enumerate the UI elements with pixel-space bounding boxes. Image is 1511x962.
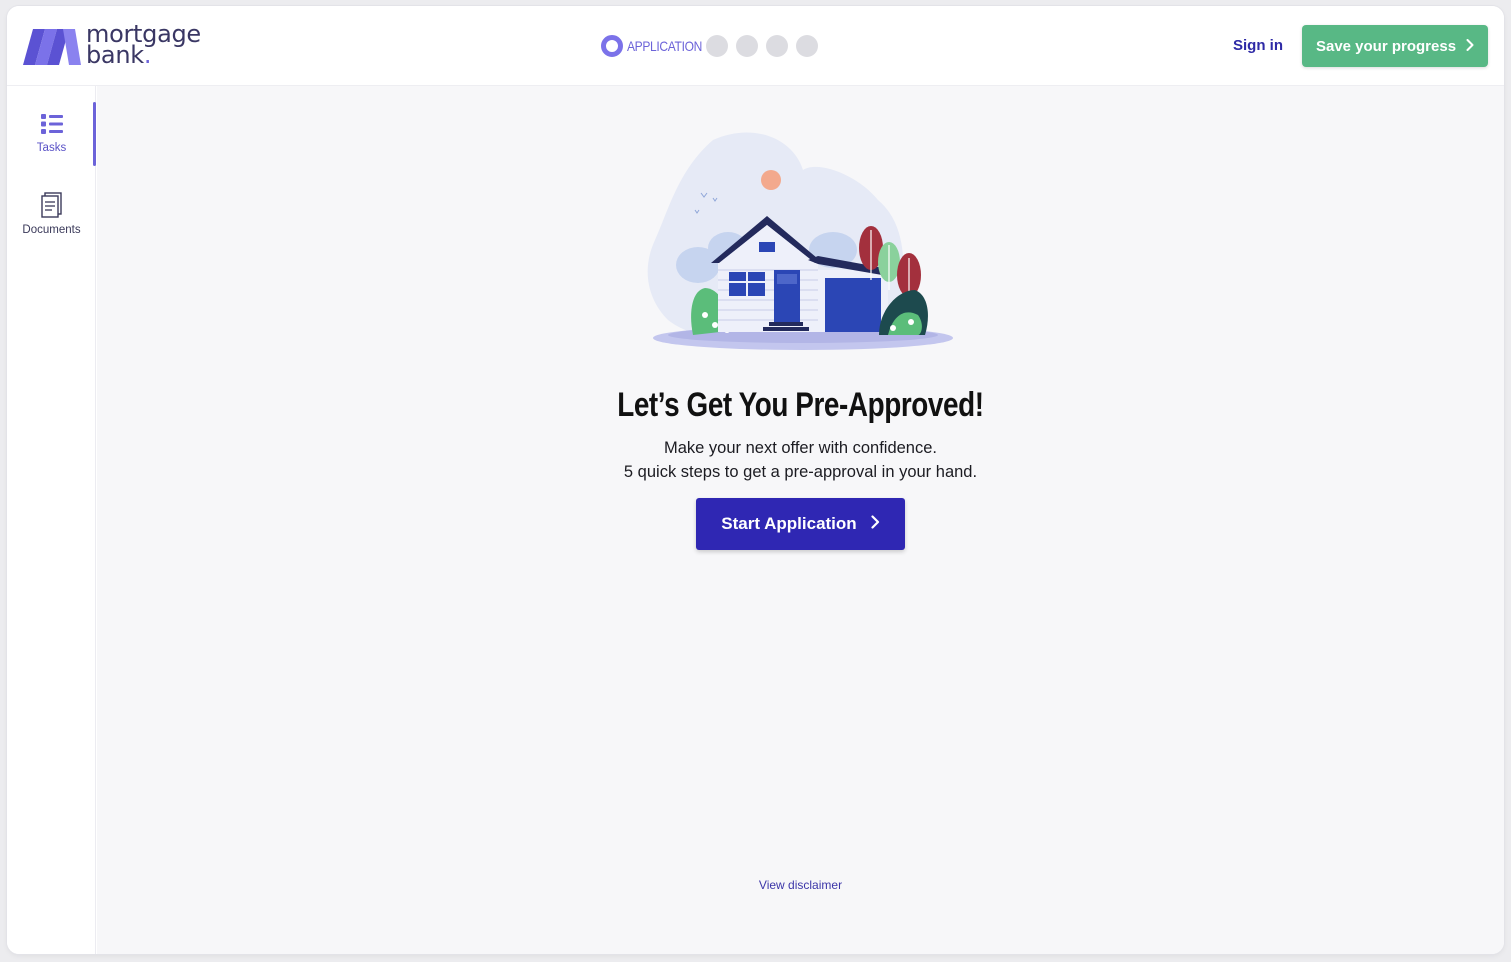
document-icon <box>40 192 62 218</box>
app-window: mortgage bank. APPLICATION Sign in Save … <box>7 6 1504 954</box>
step-current-label: APPLICATION <box>627 38 702 54</box>
step-dot-3 <box>736 35 758 57</box>
mortgage-bank-logo[interactable]: mortgage bank. <box>23 22 201 69</box>
sign-in-link[interactable]: Sign in <box>1233 37 1283 54</box>
logo-text: mortgage bank. <box>86 22 201 69</box>
top-header: mortgage bank. APPLICATION Sign in Save … <box>7 6 1504 86</box>
sidebar-item-documents[interactable]: Documents <box>7 192 96 254</box>
page-title-text: Let’s Get You Pre-Approved! <box>617 386 984 424</box>
save-progress-button[interactable]: Save your progress <box>1302 25 1488 67</box>
page-subtitle: Make your next offer with confidence. 5 … <box>97 436 1504 484</box>
step-dot-5 <box>796 35 818 57</box>
house-illustration <box>647 132 953 350</box>
save-progress-label: Save your progress <box>1315 37 1457 55</box>
logo-dot: . <box>143 41 152 69</box>
sidebar-item-tasks[interactable]: Tasks <box>7 112 96 174</box>
step-dot-4 <box>766 35 788 57</box>
subtitle-line-2: 5 quick steps to get a pre-approval in y… <box>623 463 978 481</box>
start-application-button[interactable]: Start Application <box>696 498 905 550</box>
page-title: Let’s Get You Pre-Approved! <box>97 386 1504 425</box>
start-application-label: Start Application <box>721 514 857 533</box>
logo-line2: bank <box>86 41 144 69</box>
logo-mark-icon <box>23 29 81 65</box>
list-icon <box>40 114 63 134</box>
subtitle-line-1: Make your next offer with confidence. <box>663 439 937 457</box>
chevron-right-icon <box>871 514 880 534</box>
progress-stepper: APPLICATION <box>601 35 826 57</box>
chevron-right-icon <box>1466 38 1474 54</box>
sidebar-item-label: Tasks <box>36 142 67 154</box>
step-dot-2 <box>706 35 728 57</box>
main-content: Let’s Get You Pre-Approved! Make your ne… <box>97 86 1504 954</box>
step-current-indicator <box>601 35 623 57</box>
left-sidebar: Tasks Documents <box>7 86 96 954</box>
sidebar-item-label: Documents <box>22 224 81 236</box>
view-disclaimer-link[interactable]: View disclaimer <box>97 878 1504 892</box>
